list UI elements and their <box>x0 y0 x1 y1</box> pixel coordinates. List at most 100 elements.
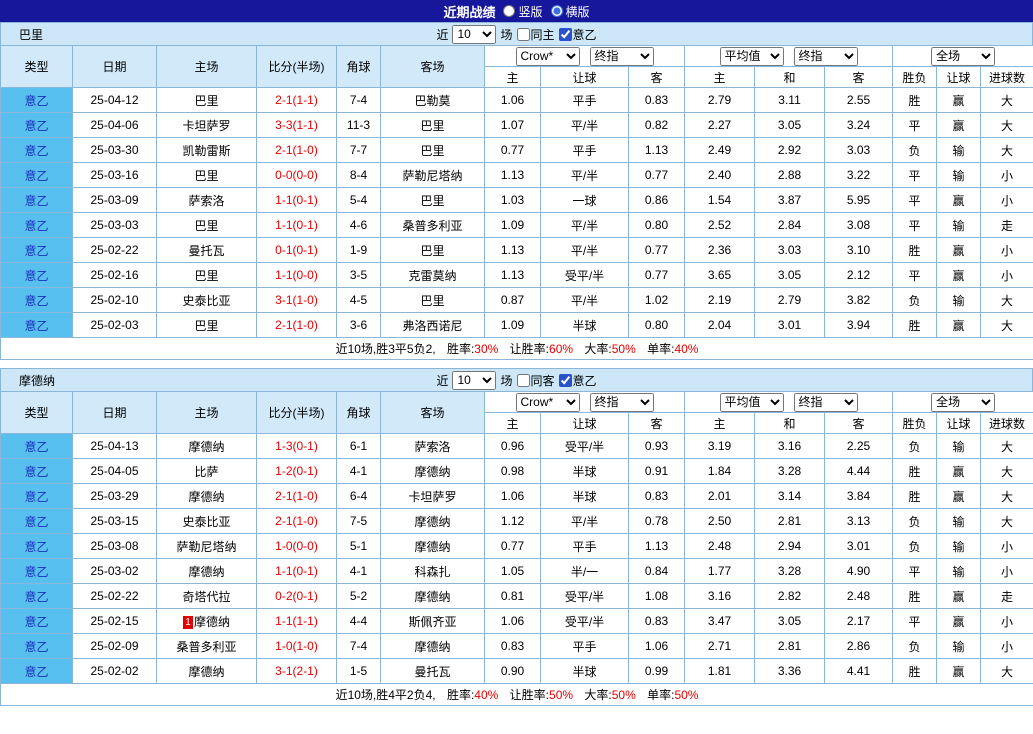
away-team[interactable]: 巴里 <box>420 294 444 308</box>
home-team[interactable]: 凯勒雷斯 <box>182 144 230 158</box>
home-team-cell[interactable]: 1摩德纳 <box>157 609 257 634</box>
home-team-cell[interactable]: 巴里 <box>157 88 257 113</box>
home-team[interactable]: 摩德纳 <box>188 440 224 454</box>
home-team-cell[interactable]: 摩德纳 <box>157 659 257 684</box>
away-team-cell[interactable]: 摩德纳 <box>381 634 485 659</box>
home-team-cell[interactable]: 奇塔代拉 <box>157 584 257 609</box>
away-team[interactable]: 斯佩齐亚 <box>408 615 456 629</box>
away-team-cell[interactable]: 摩德纳 <box>381 534 485 559</box>
home-team-cell[interactable]: 萨索洛 <box>157 188 257 213</box>
home-team-cell[interactable]: 桑普多利亚 <box>157 634 257 659</box>
layout-option-vertical[interactable]: 竖版 <box>503 3 542 20</box>
league-cell[interactable]: 意乙 <box>1 534 73 559</box>
average-select[interactable]: 平均值 <box>720 47 784 66</box>
score-cell[interactable]: 0-1(0-1) <box>257 238 337 263</box>
league-cell[interactable]: 意乙 <box>1 609 73 634</box>
vertical-layout-radio[interactable] <box>503 5 515 17</box>
away-team-cell[interactable]: 弗洛西诺尼 <box>381 313 485 338</box>
layout-option-horizontal[interactable]: 横版 <box>551 3 590 20</box>
home-team-cell[interactable]: 曼托瓦 <box>157 238 257 263</box>
home-team[interactable]: 摩德纳 <box>188 490 224 504</box>
odds-stage-select[interactable]: 终指 <box>590 47 654 66</box>
away-team-cell[interactable]: 萨勒尼塔纳 <box>381 163 485 188</box>
score-cell[interactable]: 1-1(0-1) <box>257 213 337 238</box>
away-team-cell[interactable]: 卡坦萨罗 <box>381 484 485 509</box>
away-team-cell[interactable]: 摩德纳 <box>381 584 485 609</box>
score-cell[interactable]: 2-1(1-1) <box>257 88 337 113</box>
league-cell[interactable]: 意乙 <box>1 313 73 338</box>
home-team-cell[interactable]: 卡坦萨罗 <box>157 113 257 138</box>
away-team-cell[interactable]: 巴勒莫 <box>381 88 485 113</box>
away-team[interactable]: 萨索洛 <box>414 440 450 454</box>
away-team[interactable]: 弗洛西诺尼 <box>402 319 462 333</box>
away-team-cell[interactable]: 巴里 <box>381 288 485 313</box>
away-team[interactable]: 桑普多利亚 <box>402 219 462 233</box>
bookmaker-select[interactable]: Crow* <box>516 393 580 412</box>
home-team-cell[interactable]: 摩德纳 <box>157 434 257 459</box>
league-cell[interactable]: 意乙 <box>1 659 73 684</box>
away-team[interactable]: 巴勒莫 <box>414 94 450 108</box>
away-team-cell[interactable]: 巴里 <box>381 238 485 263</box>
score-cell[interactable]: 2-1(1-0) <box>257 484 337 509</box>
home-team[interactable]: 摩德纳 <box>188 565 224 579</box>
score-cell[interactable]: 3-1(1-0) <box>257 288 337 313</box>
home-team-cell[interactable]: 摩德纳 <box>157 559 257 584</box>
score-cell[interactable]: 1-1(0-1) <box>257 188 337 213</box>
home-team[interactable]: 巴里 <box>194 319 218 333</box>
league-cell[interactable]: 意乙 <box>1 584 73 609</box>
bookmaker-select[interactable]: Crow* <box>516 47 580 66</box>
home-team-cell[interactable]: 萨勒尼塔纳 <box>157 534 257 559</box>
away-team[interactable]: 巴里 <box>420 144 444 158</box>
league-cell[interactable]: 意乙 <box>1 288 73 313</box>
league-cell[interactable]: 意乙 <box>1 434 73 459</box>
scope-select[interactable]: 全场 <box>931 47 995 66</box>
league-cell[interactable]: 意乙 <box>1 213 73 238</box>
league-cell[interactable]: 意乙 <box>1 634 73 659</box>
home-team[interactable]: 巴里 <box>194 94 218 108</box>
home-team-cell[interactable]: 史泰比亚 <box>157 288 257 313</box>
average-stage-select[interactable]: 终指 <box>794 393 858 412</box>
horizontal-layout-radio[interactable] <box>551 5 563 17</box>
away-team[interactable]: 卡坦萨罗 <box>408 490 456 504</box>
league-cell[interactable]: 意乙 <box>1 88 73 113</box>
score-cell[interactable]: 1-3(0-1) <box>257 434 337 459</box>
home-team-cell[interactable]: 巴里 <box>157 263 257 288</box>
home-team-cell[interactable]: 巴里 <box>157 313 257 338</box>
away-team-cell[interactable]: 克雷莫纳 <box>381 263 485 288</box>
home-team-cell[interactable]: 凯勒雷斯 <box>157 138 257 163</box>
home-team[interactable]: 萨勒尼塔纳 <box>176 540 236 554</box>
away-team[interactable]: 摩德纳 <box>414 540 450 554</box>
score-cell[interactable]: 1-0(1-0) <box>257 634 337 659</box>
away-team-cell[interactable]: 斯佩齐亚 <box>381 609 485 634</box>
average-select[interactable]: 平均值 <box>720 393 784 412</box>
home-team[interactable]: 摩德纳 <box>188 665 224 679</box>
league-cell[interactable]: 意乙 <box>1 263 73 288</box>
home-team-cell[interactable]: 比萨 <box>157 459 257 484</box>
away-team-cell[interactable]: 摩德纳 <box>381 459 485 484</box>
league-checkbox[interactable] <box>559 374 572 387</box>
away-team-cell[interactable]: 科森扎 <box>381 559 485 584</box>
home-team[interactable]: 奇塔代拉 <box>182 590 230 604</box>
league-cell[interactable]: 意乙 <box>1 188 73 213</box>
home-team[interactable]: 巴里 <box>194 219 218 233</box>
score-cell[interactable]: 0-2(0-1) <box>257 584 337 609</box>
score-cell[interactable]: 1-1(1-1) <box>257 609 337 634</box>
away-team-cell[interactable]: 曼托瓦 <box>381 659 485 684</box>
away-team-cell[interactable]: 巴里 <box>381 188 485 213</box>
average-stage-select[interactable]: 终指 <box>794 47 858 66</box>
score-cell[interactable]: 3-1(2-1) <box>257 659 337 684</box>
home-team[interactable]: 巴里 <box>194 269 218 283</box>
same-venue-checkbox[interactable] <box>517 374 530 387</box>
league-cell[interactable]: 意乙 <box>1 238 73 263</box>
away-team[interactable]: 摩德纳 <box>414 465 450 479</box>
home-team[interactable]: 比萨 <box>194 465 218 479</box>
score-cell[interactable]: 3-3(1-1) <box>257 113 337 138</box>
same-venue-filter[interactable]: 同主 <box>517 26 555 43</box>
away-team-cell[interactable]: 桑普多利亚 <box>381 213 485 238</box>
same-venue-checkbox[interactable] <box>517 28 530 41</box>
league-filter[interactable]: 意乙 <box>559 372 597 389</box>
score-cell[interactable]: 1-1(0-1) <box>257 559 337 584</box>
away-team[interactable]: 科森扎 <box>414 565 450 579</box>
league-cell[interactable]: 意乙 <box>1 138 73 163</box>
away-team[interactable]: 曼托瓦 <box>414 665 450 679</box>
